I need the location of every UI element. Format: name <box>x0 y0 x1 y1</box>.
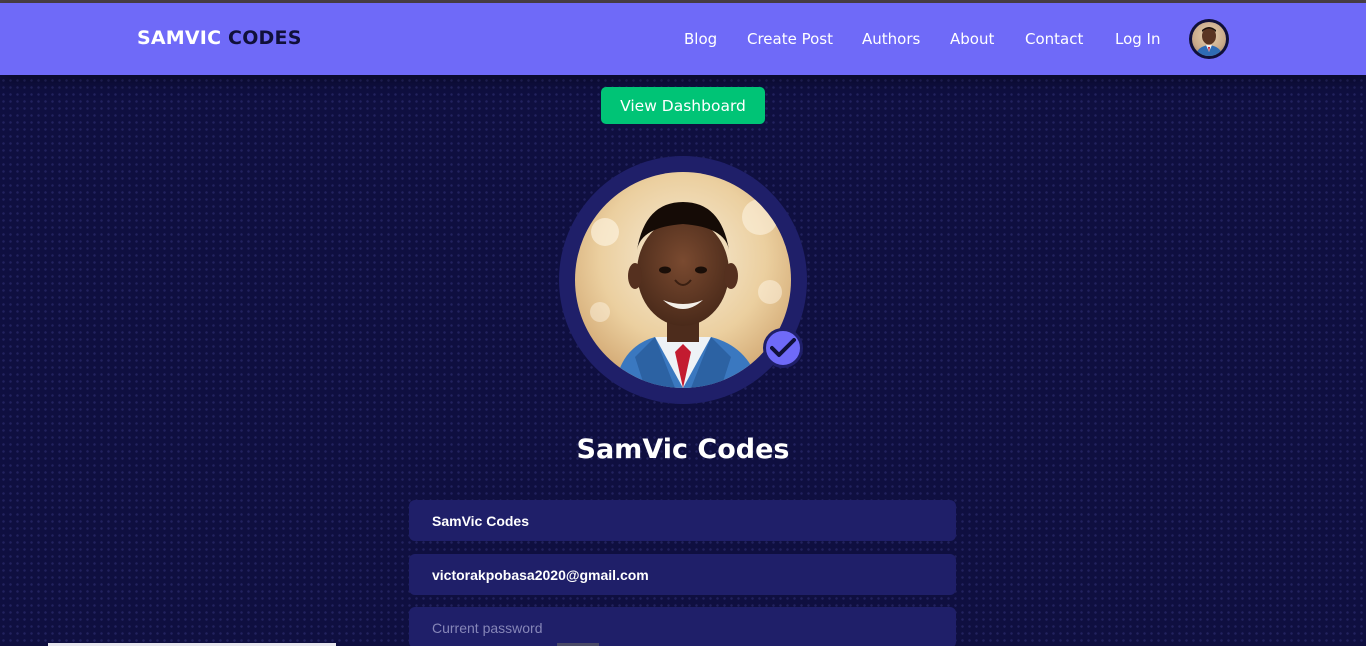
nav-link-blog[interactable]: Blog <box>684 30 717 48</box>
full-name-field[interactable] <box>409 500 956 541</box>
brand-logo-part1: SAMVIC <box>137 27 222 49</box>
profile-avatar-frame <box>559 156 807 404</box>
view-dashboard-button[interactable]: View Dashboard <box>601 87 765 124</box>
brand-logo-part2: CODES <box>228 27 302 49</box>
nav-user-avatar[interactable] <box>1189 19 1229 59</box>
email-field[interactable] <box>409 554 956 595</box>
profile-name-heading: SamVic Codes <box>576 434 790 465</box>
nav-link-contact[interactable]: Contact <box>1025 30 1083 48</box>
nav-link-login[interactable]: Log In <box>1115 30 1161 48</box>
brand-logo[interactable]: SAMVIC CODES <box>137 27 302 49</box>
nav-link-create-post[interactable]: Create Post <box>747 30 833 48</box>
nav-link-authors[interactable]: Authors <box>862 30 920 48</box>
profile-avatar-image[interactable] <box>575 172 791 388</box>
nav-link-about[interactable]: About <box>950 30 994 48</box>
navbar: SAMVIC CODES Blog Create Post Authors Ab… <box>0 3 1366 75</box>
nav-user-avatar-image <box>1192 22 1226 56</box>
verified-badge-icon <box>763 328 803 368</box>
current-password-field[interactable] <box>409 607 956 646</box>
